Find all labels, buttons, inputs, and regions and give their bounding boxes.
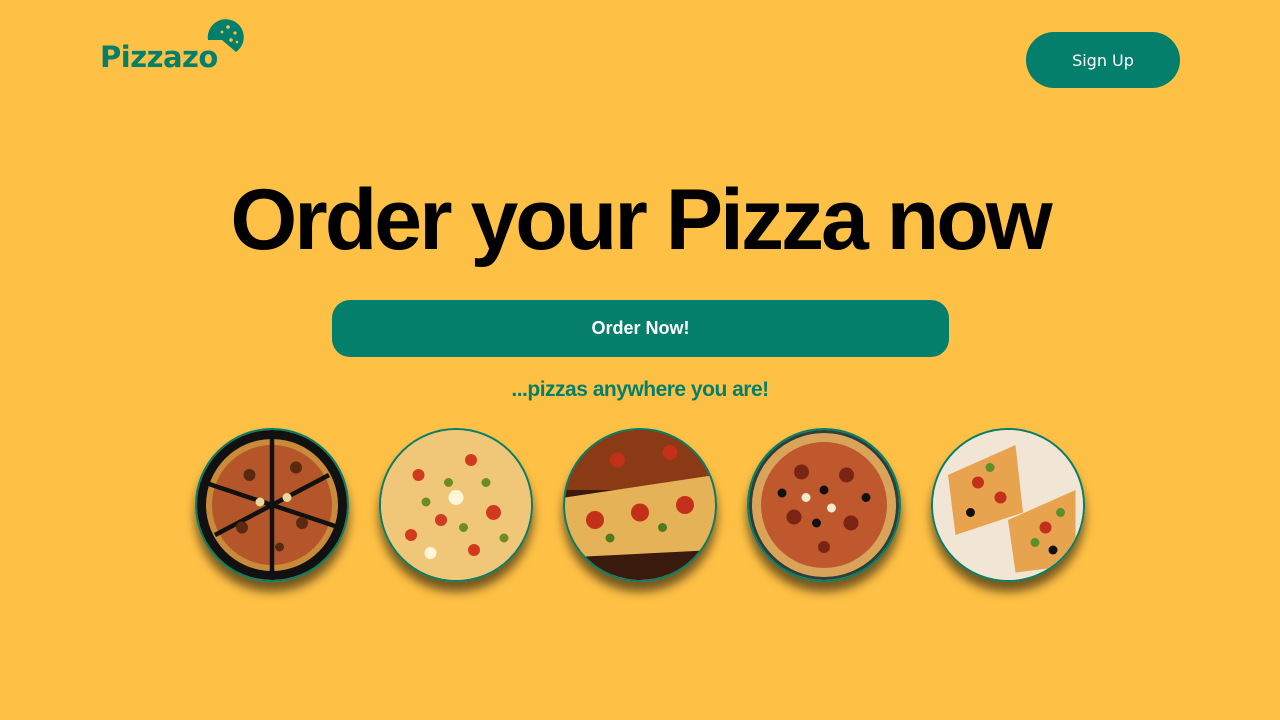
pizza-slices-board-icon bbox=[933, 430, 1083, 580]
pizza-slice-logo-icon bbox=[207, 19, 244, 53]
tagline: ...pizzas anywhere you are! bbox=[511, 378, 769, 401]
pizza-image-1[interactable] bbox=[195, 428, 349, 582]
hero-title: Order your Pizza now bbox=[230, 172, 1052, 268]
pizza-sliced-dark-icon bbox=[197, 430, 347, 580]
logo-text: Pizzazo bbox=[100, 40, 218, 74]
pizza-image-5[interactable] bbox=[931, 428, 1085, 582]
signup-button[interactable]: Sign Up bbox=[1026, 32, 1180, 88]
pizza-image-3[interactable] bbox=[563, 428, 717, 582]
pizza-image-2[interactable] bbox=[379, 428, 533, 582]
pizza-veggie-icon bbox=[381, 430, 531, 580]
pizza-image-4[interactable] bbox=[747, 428, 901, 582]
pizza-pepperoni-olive-icon bbox=[749, 430, 899, 580]
pizza-slice-closeup-icon bbox=[565, 430, 715, 580]
logo[interactable]: Pizzazo bbox=[100, 18, 244, 74]
order-now-button[interactable]: Order Now! bbox=[332, 300, 949, 357]
